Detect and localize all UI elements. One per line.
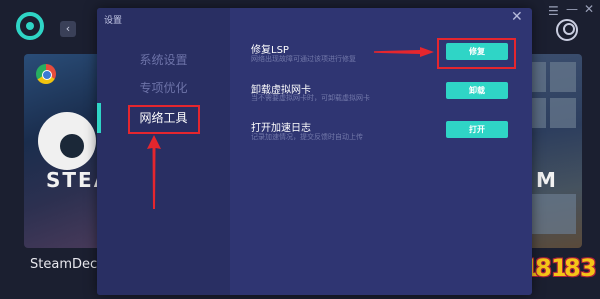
settings-dialog: 设置 系统设置 专项优化 网络工具 ✕ 修复LSP 网络出现故障可通过该项进行修… xyxy=(97,8,532,295)
chrome-icon xyxy=(36,64,56,84)
highlight-box-repair-button xyxy=(437,38,516,69)
annotation-arrow-up-icon xyxy=(147,135,161,209)
sidebar-item-optimization[interactable]: 专项优化 xyxy=(97,78,230,98)
settings-sidebar: 设置 系统设置 专项优化 网络工具 xyxy=(97,8,230,295)
minimize-icon[interactable]: — xyxy=(566,2,578,16)
right-card-wordmark: M xyxy=(536,168,556,192)
highlight-box-network-tools xyxy=(128,105,200,134)
setting-desc-repair-lsp: 网络出现故障可通过该项进行修复 xyxy=(251,55,356,63)
accelerator-app: ‹ ☰ — ✕ STEA M SteamDeck-S 18183 设置 系统设置… xyxy=(0,0,600,299)
sidebar-item-system-settings[interactable]: 系统设置 xyxy=(97,50,230,70)
back-button[interactable]: ‹ xyxy=(60,21,76,37)
uninstall-button[interactable]: 卸载 xyxy=(446,82,508,99)
annotation-arrow-right-icon xyxy=(374,47,434,57)
dialog-title: 设置 xyxy=(104,16,123,26)
dialog-close-icon[interactable]: ✕ xyxy=(511,9,523,25)
steam-logo-icon xyxy=(38,112,96,170)
user-avatar-icon[interactable] xyxy=(556,19,578,41)
site-watermark-logo: 18183 xyxy=(522,254,597,282)
setting-desc-uninstall-adapter: 当不需要虚拟网卡时，可卸载虚拟网卡 xyxy=(251,94,370,102)
open-log-button[interactable]: 打开 xyxy=(446,121,508,138)
menu-icon[interactable]: ☰ xyxy=(548,4,559,18)
setting-desc-open-log: 记录加速情况，提交反馈时自动上传 xyxy=(251,133,363,141)
window-close-icon[interactable]: ✕ xyxy=(584,2,594,16)
app-logo-icon xyxy=(16,12,44,40)
